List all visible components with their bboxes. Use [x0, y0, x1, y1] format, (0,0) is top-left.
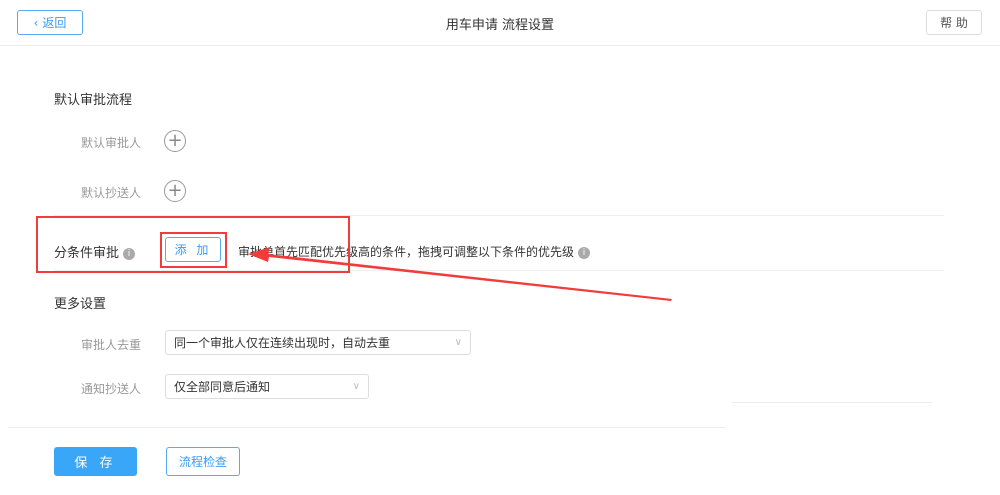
annotation-arrow-icon — [248, 247, 672, 301]
